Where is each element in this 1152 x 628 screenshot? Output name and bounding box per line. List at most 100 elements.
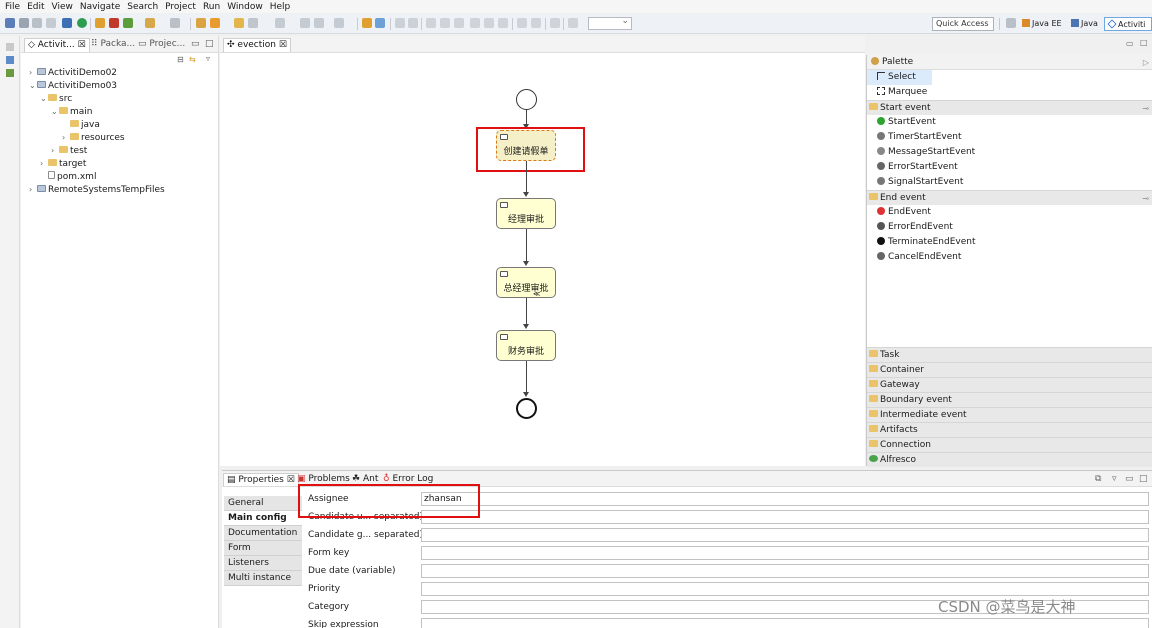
palette-item-cancel-end-event[interactable]: CancelEndEvent <box>867 250 1152 265</box>
menu-file[interactable]: File <box>5 2 20 12</box>
field-input[interactable] <box>421 564 1149 578</box>
save-all-icon[interactable] <box>32 18 42 28</box>
drawer-intermediate-event[interactable]: Intermediate event <box>867 407 1152 422</box>
pin-icon[interactable]: ⊸ <box>1142 191 1149 206</box>
align-right-icon[interactable] <box>454 18 464 28</box>
tree-item[interactable]: ⌄ src <box>40 93 72 105</box>
sequence-flow[interactable] <box>526 229 527 264</box>
side-tab[interactable]: Main config <box>224 511 302 526</box>
tree-toggle-icon[interactable]: › <box>29 67 37 79</box>
minimize-editor-icon[interactable]: ▭ <box>1126 39 1134 48</box>
quick-access-field[interactable]: Quick Access <box>932 17 994 31</box>
annotation-icon[interactable] <box>275 18 285 28</box>
palette-item-signal-start-event[interactable]: SignalStartEvent <box>867 175 1152 190</box>
save-icon[interactable] <box>19 18 29 28</box>
palette-collapse-icon[interactable]: ▷ <box>1143 55 1149 70</box>
pin-icon[interactable]: ⊸ <box>1142 101 1149 116</box>
search-icon[interactable] <box>248 18 258 28</box>
palette-item-start-event[interactable]: StartEvent <box>867 115 1152 130</box>
restore-icon[interactable] <box>6 43 14 51</box>
palette-item-terminate-end-event[interactable]: TerminateEndEvent <box>867 235 1152 250</box>
open-folder-icon[interactable] <box>196 18 206 28</box>
side-tab[interactable]: Listeners <box>224 556 302 571</box>
tree-toggle-icon[interactable]: › <box>29 184 37 196</box>
tab-activiti-explorer[interactable]: ◇ Activit... ☒ <box>24 38 90 52</box>
tab-evection[interactable]: ✣ evection ☒ <box>223 38 291 52</box>
tree-item[interactable]: › RemoteSystemsTempFiles <box>29 184 165 196</box>
grid-icon[interactable] <box>550 18 560 28</box>
tab-project-explorer[interactable]: ▭ Projec... <box>138 38 185 51</box>
menu-navigate[interactable]: Navigate <box>80 2 120 12</box>
perspective-java-ee[interactable]: Java EE <box>1019 17 1065 31</box>
menu-project[interactable]: Project <box>165 2 196 12</box>
side-tab[interactable]: Multi instance <box>224 571 302 586</box>
align-center-icon[interactable] <box>440 18 450 28</box>
zoom-in-icon[interactable] <box>395 18 405 28</box>
tab-package-explorer[interactable]: ⠿ Packa... <box>91 38 135 51</box>
field-input[interactable]: zhansan <box>421 492 1149 506</box>
menu-run[interactable]: Run <box>203 2 220 12</box>
diagram-canvas[interactable] <box>220 53 865 466</box>
side-tab[interactable]: General <box>224 496 302 511</box>
menu-edit[interactable]: Edit <box>27 2 44 12</box>
zoom-fit-icon[interactable] <box>568 18 578 28</box>
drawer-start-event[interactable]: Start event ⊸ <box>867 100 1152 115</box>
drawer-container[interactable]: Container <box>867 362 1152 377</box>
drawer-alfresco[interactable]: Alfresco <box>867 452 1152 467</box>
menu-view[interactable]: View <box>52 2 73 12</box>
run-icon[interactable] <box>77 18 87 28</box>
tree-item[interactable]: › target <box>40 158 86 170</box>
maximize-icon[interactable]: □ <box>1139 473 1148 485</box>
terminal-icon[interactable] <box>62 18 72 28</box>
sequence-flow[interactable] <box>526 298 527 327</box>
new-class-icon[interactable] <box>210 18 220 28</box>
field-input[interactable] <box>421 510 1149 524</box>
view-menu-icon[interactable]: ▿ <box>206 54 210 63</box>
back-icon[interactable] <box>300 18 310 28</box>
maximize-icon[interactable]: □ <box>205 38 214 51</box>
minimize-icon[interactable]: ▭ <box>1125 473 1134 485</box>
view-menu-icon[interactable]: ▿ <box>1112 473 1117 485</box>
field-input[interactable] <box>421 528 1149 542</box>
open-perspective-icon[interactable] <box>1006 18 1016 28</box>
match-height-icon[interactable] <box>531 18 541 28</box>
tree-item[interactable]: ⌄ main <box>51 106 93 118</box>
minimize-icon[interactable]: ▭ <box>191 38 200 51</box>
sequence-flow[interactable] <box>526 361 527 395</box>
tree-item[interactable]: › test <box>51 145 87 157</box>
field-input[interactable] <box>421 582 1149 596</box>
drawer-gateway[interactable]: Gateway <box>867 377 1152 392</box>
tree-toggle-icon[interactable]: ⌄ <box>51 106 59 118</box>
start-event[interactable] <box>516 89 537 110</box>
tree-item[interactable]: › ActivitiDemo02 <box>29 67 117 79</box>
tree-item[interactable]: › resources <box>62 132 125 144</box>
tree-item[interactable]: pom.xml <box>40 171 96 183</box>
palette-item-timer-start-event[interactable]: TimerStartEvent <box>867 130 1152 145</box>
task-general-manager-approval[interactable]: 总经理审批 ≪ <box>496 267 556 298</box>
print-icon[interactable] <box>46 18 56 28</box>
new-icon[interactable] <box>5 18 15 28</box>
tree-toggle-icon[interactable]: › <box>40 158 48 170</box>
tree-toggle-icon[interactable]: › <box>62 132 70 144</box>
end-event[interactable] <box>516 398 537 419</box>
align-left-icon[interactable] <box>426 18 436 28</box>
palette-item-message-start-event[interactable]: MessageStartEvent <box>867 145 1152 160</box>
debug-icon[interactable] <box>109 18 119 28</box>
format-icon[interactable] <box>362 18 372 28</box>
tree-toggle-icon[interactable]: ⌄ <box>29 80 37 92</box>
link-editor-icon[interactable]: ⇆ <box>189 55 196 64</box>
collapse-all-icon[interactable]: ⊟ <box>177 55 184 64</box>
hierarchy-icon[interactable] <box>6 56 14 64</box>
palette-item-error-start-event[interactable]: ErrorStartEvent <box>867 160 1152 175</box>
side-tab[interactable]: Form <box>224 541 302 556</box>
align-bottom-icon[interactable] <box>498 18 508 28</box>
field-input[interactable] <box>421 618 1149 628</box>
field-input[interactable] <box>421 546 1149 560</box>
external-tools-icon[interactable] <box>170 18 180 28</box>
drawer-connection[interactable]: Connection <box>867 437 1152 452</box>
forward-icon[interactable] <box>314 18 324 28</box>
tree-toggle-icon[interactable]: ⌄ <box>40 93 48 105</box>
outline-icon[interactable] <box>6 69 14 77</box>
last-edit-icon[interactable] <box>334 18 344 28</box>
menu-window[interactable]: Window <box>227 2 263 12</box>
